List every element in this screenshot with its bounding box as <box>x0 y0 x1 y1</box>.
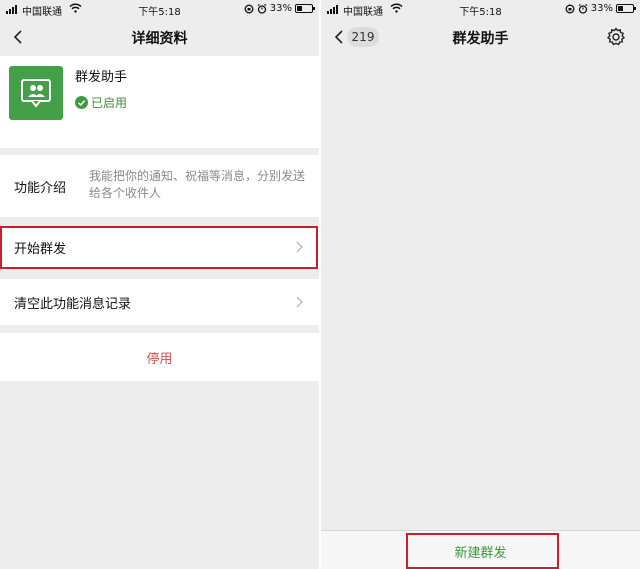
nav-bar: 219 群发助手 <box>321 18 640 56</box>
status-right: 33% <box>244 3 315 14</box>
phone-comparison: 中国联通 下午5:18 33% 详细资料 群发助手 已启用 功能介绍 我能把你的… <box>0 0 640 569</box>
page-title: 群发助手 <box>452 31 509 47</box>
detail-screen: 中国联通 下午5:18 33% 详细资料 群发助手 已启用 功能介绍 我能把你的… <box>0 0 319 569</box>
alarm-icon <box>257 3 267 14</box>
battery-icon <box>295 4 315 13</box>
alarm-icon <box>578 3 588 14</box>
battery-fill <box>297 6 302 11</box>
status-badge: 已启用 <box>75 94 127 111</box>
disable-label: 停用 <box>146 352 173 367</box>
status-bar: 中国联通 下午5:18 33% <box>321 0 640 18</box>
function-intro-label: 功能介绍 <box>14 181 67 196</box>
battery-percent: 33% <box>269 3 292 14</box>
profile-card: 群发助手 已启用 <box>0 56 319 148</box>
disable-button[interactable]: 停用 <box>0 333 319 381</box>
function-intro-text: 我能把你的通知、祝福等消息，分别发送给各个收件人 <box>89 169 306 200</box>
battery-percent: 33% <box>590 3 613 14</box>
battery-icon <box>616 4 636 13</box>
status-bar: 中国联通 下午5:18 33% <box>0 0 319 18</box>
mass-assistant-screen: 中国联通 下午5:18 33% 219 群发助手 新建群发 <box>321 0 640 569</box>
page-title: 详细资料 <box>131 31 188 47</box>
highlight-box-start-mass <box>0 226 318 269</box>
highlight-box-new-mass <box>406 533 559 569</box>
clear-records-row[interactable]: 清空此功能消息记录 <box>0 279 319 325</box>
check-circle-icon <box>75 96 88 109</box>
chevron-right-icon <box>296 296 303 308</box>
status-right: 33% <box>565 3 636 14</box>
group-chat-icon <box>9 66 63 120</box>
gear-icon[interactable] <box>606 27 626 47</box>
rotation-lock-icon <box>565 4 575 13</box>
app-name: 群发助手 <box>75 70 128 85</box>
function-intro-row: 功能介绍 我能把你的通知、祝福等消息，分别发送给各个收件人 <box>0 155 319 217</box>
rotation-lock-icon <box>244 4 254 13</box>
clear-records-label: 清空此功能消息记录 <box>14 297 132 312</box>
battery-fill <box>618 6 623 11</box>
nav-bar: 详细资料 <box>0 18 319 56</box>
status-text: 已启用 <box>91 96 128 110</box>
